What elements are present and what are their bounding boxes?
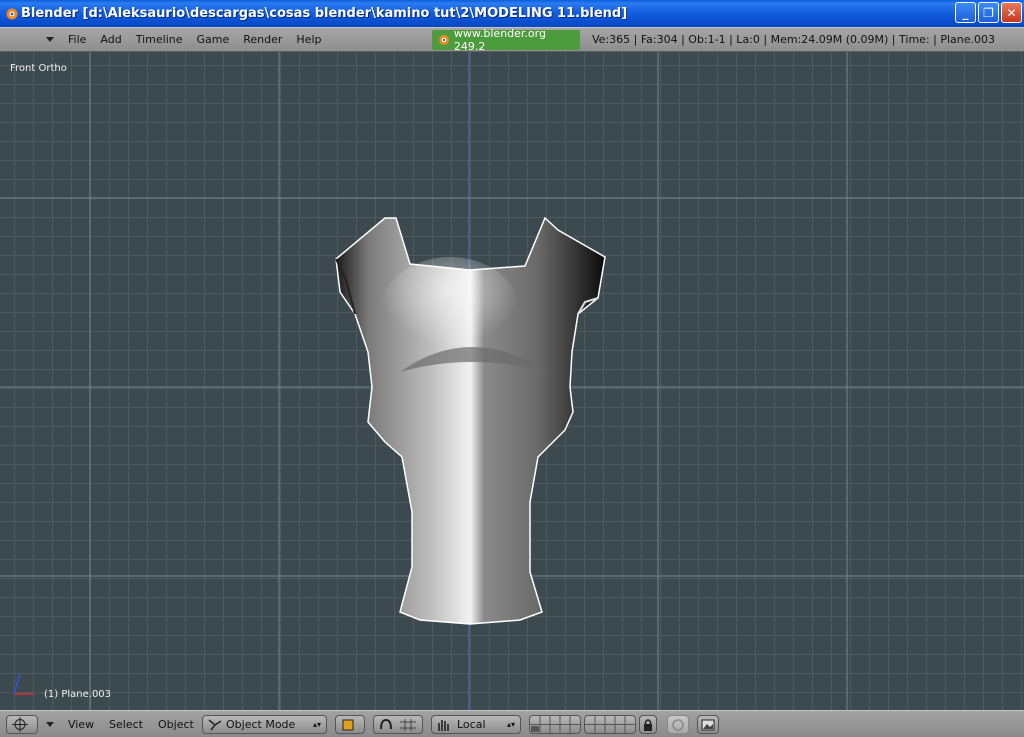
torso-mesh[interactable]: [335, 216, 606, 625]
solid-cube-icon: [342, 719, 354, 730]
mode-selector[interactable]: Object Mode ▴▾: [202, 715, 327, 734]
blender-app-icon: [6, 8, 18, 19]
snap-grid-icon: [400, 718, 416, 731]
layers-row-1[interactable]: [529, 715, 581, 734]
lock-icon: [644, 718, 652, 731]
minimize-button[interactable]: _: [955, 2, 976, 23]
header-menu-toggle-icon[interactable]: [46, 722, 54, 727]
blender-logo-icon: [438, 35, 449, 45]
viewport-grid: [0, 52, 1024, 710]
site-label: www.blender.org 249.2: [453, 27, 546, 53]
orientation-dropdown-icon: ▴▾: [506, 720, 515, 729]
3d-viewport[interactable]: Front Ortho (1) Plane.003: [0, 52, 1024, 710]
proportional-edit-button[interactable]: [667, 715, 689, 734]
view-menu[interactable]: View: [68, 718, 94, 731]
window-title: Blender [d:\Aleksaurio\descargas\cosas b…: [21, 6, 628, 21]
orientation-label: Local: [457, 718, 486, 731]
hand-icon: [438, 719, 449, 731]
object-menu[interactable]: Object: [158, 718, 194, 731]
menu-render[interactable]: Render: [243, 33, 282, 46]
layer-buttons-2-icon: [585, 716, 635, 733]
image-icon: [701, 719, 715, 730]
maximize-button[interactable]: ❐: [978, 2, 999, 23]
draw-type-selector[interactable]: [335, 715, 365, 734]
view-name-label: Front Ortho: [10, 63, 67, 74]
lock-layers-button[interactable]: [639, 715, 657, 734]
link-icon: [672, 718, 684, 731]
pivot-icon: [380, 718, 392, 729]
menu-help[interactable]: Help: [296, 33, 321, 46]
header-collapse-icon[interactable]: [46, 37, 54, 42]
layer-buttons-icon: [530, 716, 580, 733]
menu-timeline[interactable]: Timeline: [136, 33, 183, 46]
grid-icon: [12, 717, 28, 732]
object-mode-icon: [208, 718, 222, 730]
info-header: File Add Timeline Game Render Help www.b…: [0, 27, 1024, 53]
select-menu[interactable]: Select: [109, 718, 143, 731]
render-preview-button[interactable]: [697, 715, 719, 734]
window-titlebar: Blender [d:\Aleksaurio\descargas\cosas b…: [0, 0, 1024, 27]
scene-stats: Ve:365 | Fa:304 | Ob:1-1 | La:0 | Mem:24…: [592, 33, 995, 46]
blender-site-link[interactable]: www.blender.org 249.2: [432, 27, 580, 53]
menu-game[interactable]: Game: [197, 33, 230, 46]
layers-row-2[interactable]: [584, 715, 636, 734]
menu-add[interactable]: Add: [100, 33, 121, 46]
pivot-selector[interactable]: [373, 715, 423, 734]
active-object-label: (1) Plane.003: [44, 689, 112, 700]
close-button[interactable]: ✕: [1001, 2, 1022, 23]
mode-dropdown-icon: ▴▾: [312, 720, 321, 729]
main-menu: File Add Timeline Game Render Help: [68, 33, 336, 46]
menu-file[interactable]: File: [68, 33, 86, 46]
3d-view-header: View Select Object Object Mode ▴▾ Local …: [0, 710, 1024, 737]
transform-orientation-selector[interactable]: Local ▴▾: [431, 715, 521, 734]
mode-label: Object Mode: [226, 718, 296, 731]
editor-type-button[interactable]: [6, 715, 38, 734]
axis-gizmo-icon: [13, 673, 34, 695]
